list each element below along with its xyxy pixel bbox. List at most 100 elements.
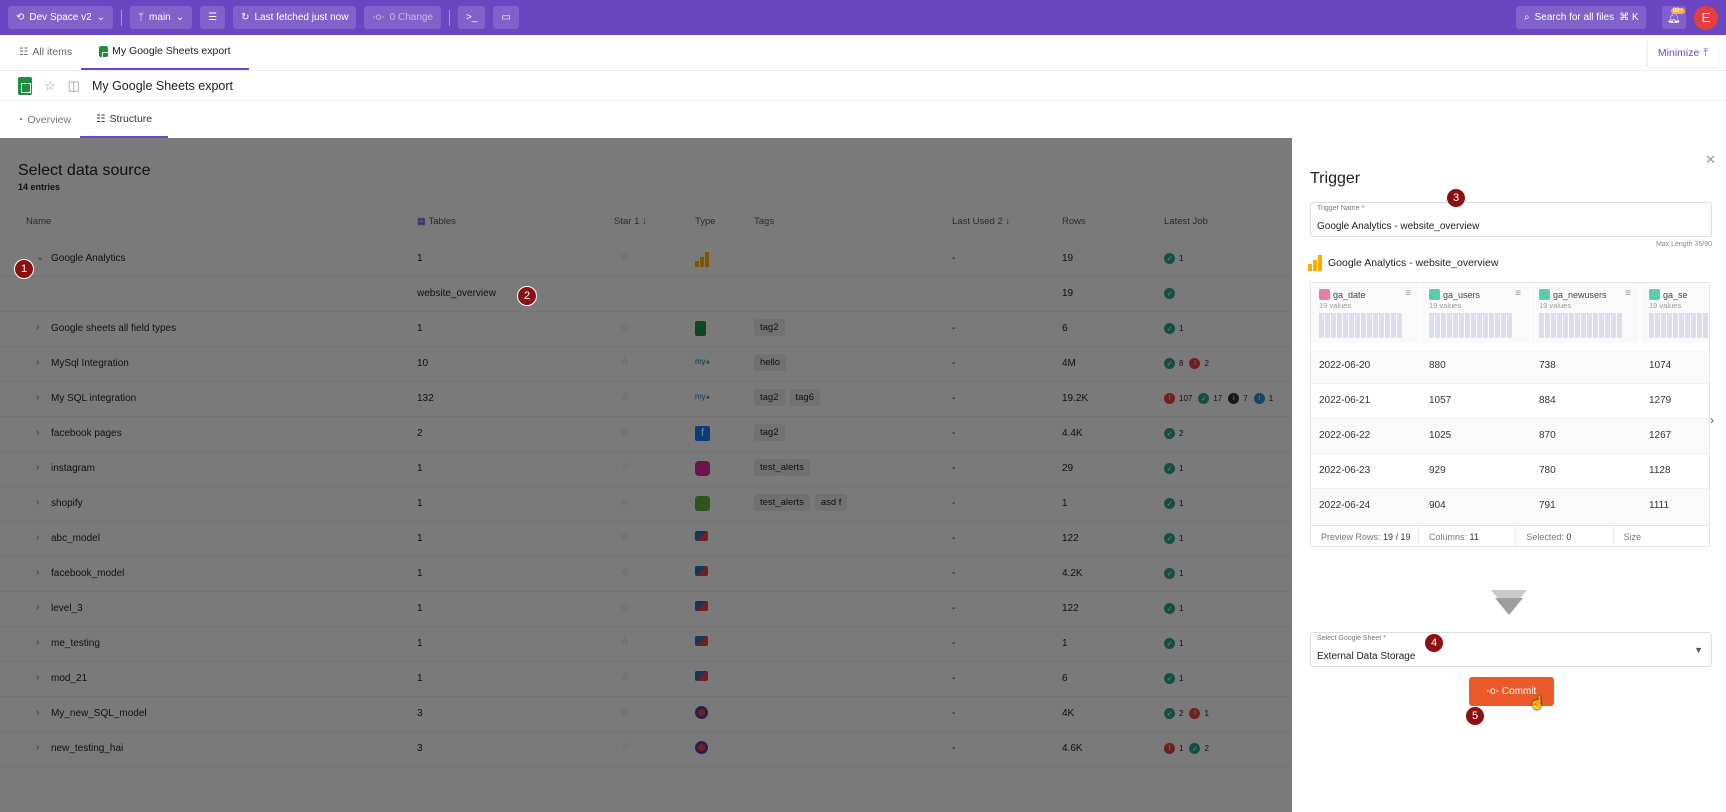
date-type-icon xyxy=(1319,289,1330,300)
preview-row: 2022-06-24 904 791 1111 xyxy=(1311,489,1709,524)
tab-all-items-label: All items xyxy=(32,46,73,58)
collapse-up-icon: ⤒ xyxy=(1703,46,1708,59)
preview-cell: 1074 xyxy=(1649,360,1672,371)
columns-label: Columns: xyxy=(1429,532,1468,542)
list-icon: ☷ xyxy=(19,46,29,58)
close-icon[interactable]: ✕ xyxy=(1705,152,1716,168)
search-icon: ⌕ xyxy=(1524,12,1530,23)
source-title: Google Analytics - website_overview xyxy=(1308,255,1498,271)
tab-current-label: My Google Sheets export xyxy=(112,45,231,57)
tab-current-file[interactable]: My Google Sheets export xyxy=(81,34,249,70)
preview-cell: 2022-06-20 xyxy=(1319,360,1371,371)
preview-column-header[interactable]: ga_newusers 19 values ≡ xyxy=(1531,283,1639,343)
preview-row: 2022-06-20 880 738 1074 xyxy=(1311,349,1709,384)
columns-stat: Columns: 11 xyxy=(1419,526,1517,546)
max-length-hint: Max Length 35/90 xyxy=(1655,241,1712,248)
panel-title: Trigger xyxy=(1310,170,1361,187)
selected-value: 0 xyxy=(1566,532,1572,542)
step-marker-1: 1 xyxy=(14,259,34,279)
size-stat: Size xyxy=(1614,526,1709,546)
folder-icon: ▭ xyxy=(501,12,511,23)
preview-cell: 904 xyxy=(1429,500,1446,511)
preview-cell: 870 xyxy=(1539,430,1556,441)
columns-value: 11 xyxy=(1469,532,1479,542)
minimize-button[interactable]: Minimize ⤒ xyxy=(1646,39,1718,67)
trigger-name-label: Trigger Name * xyxy=(1317,205,1365,212)
fetch-button[interactable]: ↻ Last fetched just now xyxy=(233,6,357,29)
source-title-label: Google Analytics - website_overview xyxy=(1328,257,1499,269)
step-marker-2: 2 xyxy=(517,286,537,306)
preview-column-header[interactable]: ga_se 19 values ≡ xyxy=(1641,283,1709,343)
tab-all-items[interactable]: ☷ All items xyxy=(10,34,81,70)
preview-cell: 1279 xyxy=(1649,395,1672,406)
chevron-right-icon[interactable]: › xyxy=(1710,413,1714,427)
overview-icon: ◔ xyxy=(17,113,24,126)
preview-cell: 1128 xyxy=(1649,465,1671,476)
view-tabs: ◔ Overview ☷ Structure xyxy=(0,101,1726,138)
preview-cell: 2022-06-21 xyxy=(1319,395,1371,406)
number-type-icon xyxy=(1649,289,1660,300)
search-shortcut: ⌘ K xyxy=(1619,12,1639,23)
preview-column-header[interactable]: ga_users 19 values ≡ xyxy=(1421,283,1529,343)
preview-cell: 929 xyxy=(1429,465,1446,476)
tab-structure[interactable]: ☷ Structure xyxy=(80,101,169,138)
preview-footer: Preview Rows: 19 / 19 Columns: 11 Select… xyxy=(1311,525,1709,546)
changes-label: 0 Change xyxy=(389,12,434,23)
column-histogram xyxy=(1319,313,1402,338)
menu-icon[interactable]: ≡ xyxy=(1515,288,1521,299)
tab-structure-label: Structure xyxy=(109,112,153,125)
branch-selector[interactable]: ᛘ main ⌄ xyxy=(130,6,193,29)
changes-button[interactable]: -o- 0 Change xyxy=(364,6,442,29)
top-bar: ⟲ Dev Space v2 ⌄ ᛘ main ⌄ ☰ ↻ Last fetch… xyxy=(0,0,1726,35)
column-title: ga_se xyxy=(1649,289,1688,300)
menu-icon[interactable]: ≡ xyxy=(1405,288,1411,299)
google-sheet-select[interactable]: Select Google Sheet * External Data Stor… xyxy=(1310,632,1712,667)
separator xyxy=(449,9,451,26)
modal-overlay[interactable] xyxy=(0,138,1292,812)
chevron-down-icon: ⌄ xyxy=(96,12,106,23)
tab-overview[interactable]: ◔ Overview xyxy=(8,101,80,138)
preview-rows-stat: Preview Rows: 19 / 19 xyxy=(1311,526,1419,546)
size-label: Size xyxy=(1623,532,1642,542)
google-sheets-icon xyxy=(99,45,113,62)
tab-bar: ☷ All items My Google Sheets export Mini… xyxy=(0,35,1726,71)
step-marker-5: 5 xyxy=(1465,706,1485,726)
workspace-label: Dev Space v2 xyxy=(29,12,92,23)
notifications-button[interactable]: 🔔︎ 99+ xyxy=(1662,6,1686,29)
star-icon[interactable]: ☆ xyxy=(44,78,56,94)
preview-cell: 2022-06-24 xyxy=(1319,500,1371,511)
column-name: ga_users xyxy=(1443,289,1481,300)
panel-toggle-icon[interactable]: ◫ xyxy=(68,78,80,94)
column-histogram xyxy=(1539,313,1622,338)
column-histogram xyxy=(1649,313,1709,338)
column-title: ga_date xyxy=(1319,289,1366,300)
avatar[interactable]: E xyxy=(1694,5,1718,30)
preview-row: 2022-06-23 929 780 1128 xyxy=(1311,454,1709,489)
column-name: ga_newusers xyxy=(1553,289,1607,300)
trigger-name-value: Google Analytics - website_overview xyxy=(1317,221,1480,232)
terminal-button[interactable]: >_ xyxy=(458,6,486,29)
preview-cell: 780 xyxy=(1539,465,1556,476)
terminal-icon: >_ xyxy=(466,12,478,23)
column-value-count: 19 values xyxy=(1319,301,1352,310)
folder-button[interactable]: ▭ xyxy=(493,6,519,29)
column-name: ga_se xyxy=(1663,289,1688,300)
trigger-name-field[interactable]: Trigger Name * Google Analytics - websit… xyxy=(1310,202,1712,237)
branch-label: main xyxy=(149,12,171,23)
commit-icon: -o- xyxy=(1486,686,1499,697)
preview-cell: 2022-06-22 xyxy=(1319,430,1371,441)
file-header: ☆ ◫ My Google Sheets export xyxy=(0,71,1726,101)
notification-badge: 99+ xyxy=(1670,8,1685,14)
google-analytics-icon xyxy=(1308,255,1322,271)
preview-column-header[interactable]: ga_date 19 values ≡ xyxy=(1311,283,1419,343)
preview-row: 2022-06-22 1025 870 1267 xyxy=(1311,419,1709,454)
workspace-selector[interactable]: ⟲ Dev Space v2 ⌄ xyxy=(8,6,114,29)
menu-icon[interactable]: ≡ xyxy=(1625,288,1631,299)
git-branch-icon: ᛘ xyxy=(138,12,145,23)
selected-label: Selected: xyxy=(1526,532,1564,542)
preview-row: 2022-06-21 1057 884 1279 xyxy=(1311,384,1709,419)
google-sheets-icon xyxy=(18,76,32,95)
settings-sliders-button[interactable]: ☰ xyxy=(200,6,226,29)
search-button[interactable]: ⌕ Search for all files ⌘ K xyxy=(1516,6,1646,29)
structure-icon: ☷ xyxy=(96,112,106,125)
